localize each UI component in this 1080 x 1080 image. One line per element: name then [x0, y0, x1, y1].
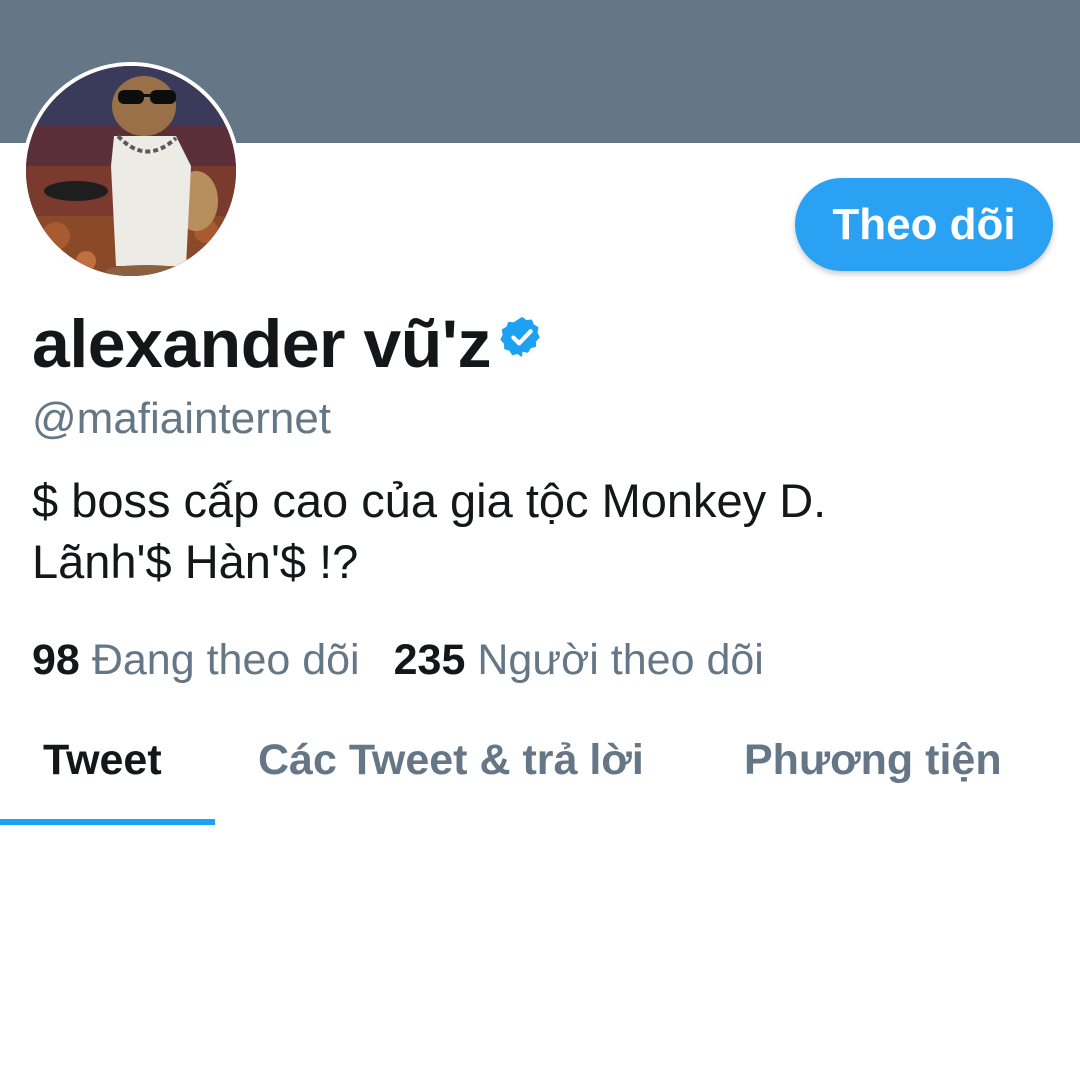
profile-bio: $ boss cấp cao của gia tộc Monkey D. Lãn… [32, 470, 1032, 592]
bio-line: Lãnh'$ Hàn'$ !? [32, 535, 359, 588]
following-label: Đang theo dõi [91, 636, 360, 684]
following-count: 98 [32, 636, 80, 684]
profile-tabs: Tweet Các Tweet & trả lời Phương tiện [0, 700, 1080, 830]
profile-stats: 98 Đang theo dõi 235 Người theo dõi [32, 636, 764, 685]
followers-stat[interactable]: 235 Người theo dõi [394, 636, 764, 685]
profile-handle: @mafiainternet [32, 394, 332, 443]
verified-badge-icon [500, 316, 540, 358]
bio-line: $ boss cấp cao của gia tộc Monkey D. [32, 474, 827, 527]
display-name: alexander vũ'z [32, 306, 491, 382]
tab-media[interactable]: Phương tiện [744, 736, 1002, 785]
following-stat[interactable]: 98 Đang theo dõi [32, 636, 360, 685]
name-row: alexander vũ'z [32, 305, 545, 383]
avatar-photo [26, 66, 236, 276]
tab-tweets[interactable]: Tweet [43, 736, 162, 785]
active-tab-indicator [0, 819, 215, 825]
avatar[interactable] [22, 62, 240, 280]
tab-tweets-and-replies[interactable]: Các Tweet & trả lời [258, 736, 644, 785]
profile-page: Theo dõi alexander vũ'z @mafiainternet $… [0, 0, 1080, 1080]
follow-button[interactable]: Theo dõi [795, 178, 1053, 271]
followers-label: Người theo dõi [477, 636, 764, 684]
followers-count: 235 [393, 636, 466, 684]
